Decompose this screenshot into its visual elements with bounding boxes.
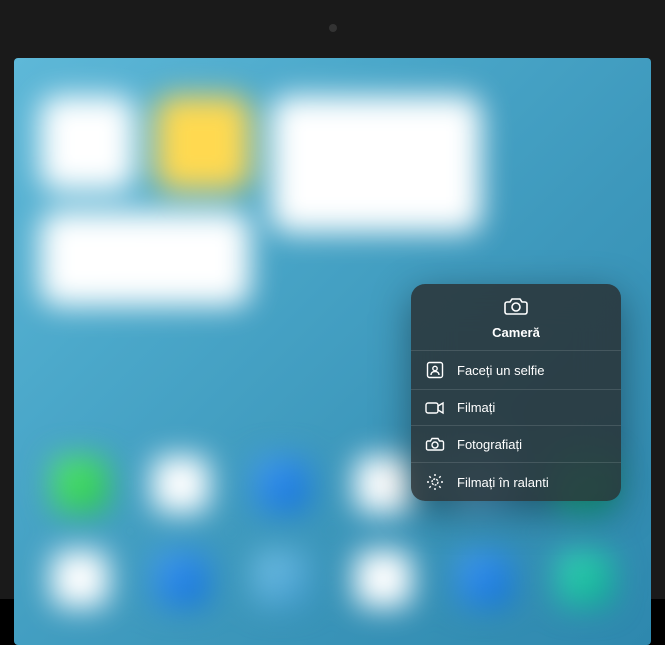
selfie-action[interactable]: Faceți un selfie — [411, 351, 621, 390]
app-icon — [355, 456, 412, 513]
photo-icon — [425, 436, 445, 452]
camera-icon — [504, 296, 528, 321]
take-photo-action[interactable]: Fotografiați — [411, 426, 621, 463]
ipad-screen: Cameră Faceți un selfie — [14, 58, 651, 645]
photo-label: Fotografiați — [457, 437, 522, 452]
notes-widget — [156, 96, 250, 191]
menu-header: Cameră — [411, 284, 621, 351]
calendar-widget — [40, 211, 250, 306]
app-icon — [254, 456, 311, 513]
slo-mo-label: Filmați în ralanti — [457, 475, 549, 490]
clock-widget — [40, 96, 135, 191]
record-video-action[interactable]: Filmați — [411, 390, 621, 426]
slo-mo-action[interactable]: Filmați în ralanti — [411, 463, 621, 501]
selfie-label: Faceți un selfie — [457, 363, 544, 378]
app-icon — [153, 456, 210, 513]
reminders-widget — [271, 96, 481, 232]
video-label: Filmați — [457, 400, 495, 415]
menu-title: Cameră — [492, 325, 540, 340]
selfie-icon — [425, 361, 445, 379]
video-icon — [425, 401, 445, 415]
app-icon — [52, 456, 109, 513]
front-camera-dot — [329, 24, 337, 32]
camera-quick-actions-menu[interactable]: Cameră Faceți un selfie — [411, 284, 621, 501]
ipad-frame: Cameră Faceți un selfie — [0, 0, 665, 599]
slo-mo-icon — [425, 473, 445, 491]
